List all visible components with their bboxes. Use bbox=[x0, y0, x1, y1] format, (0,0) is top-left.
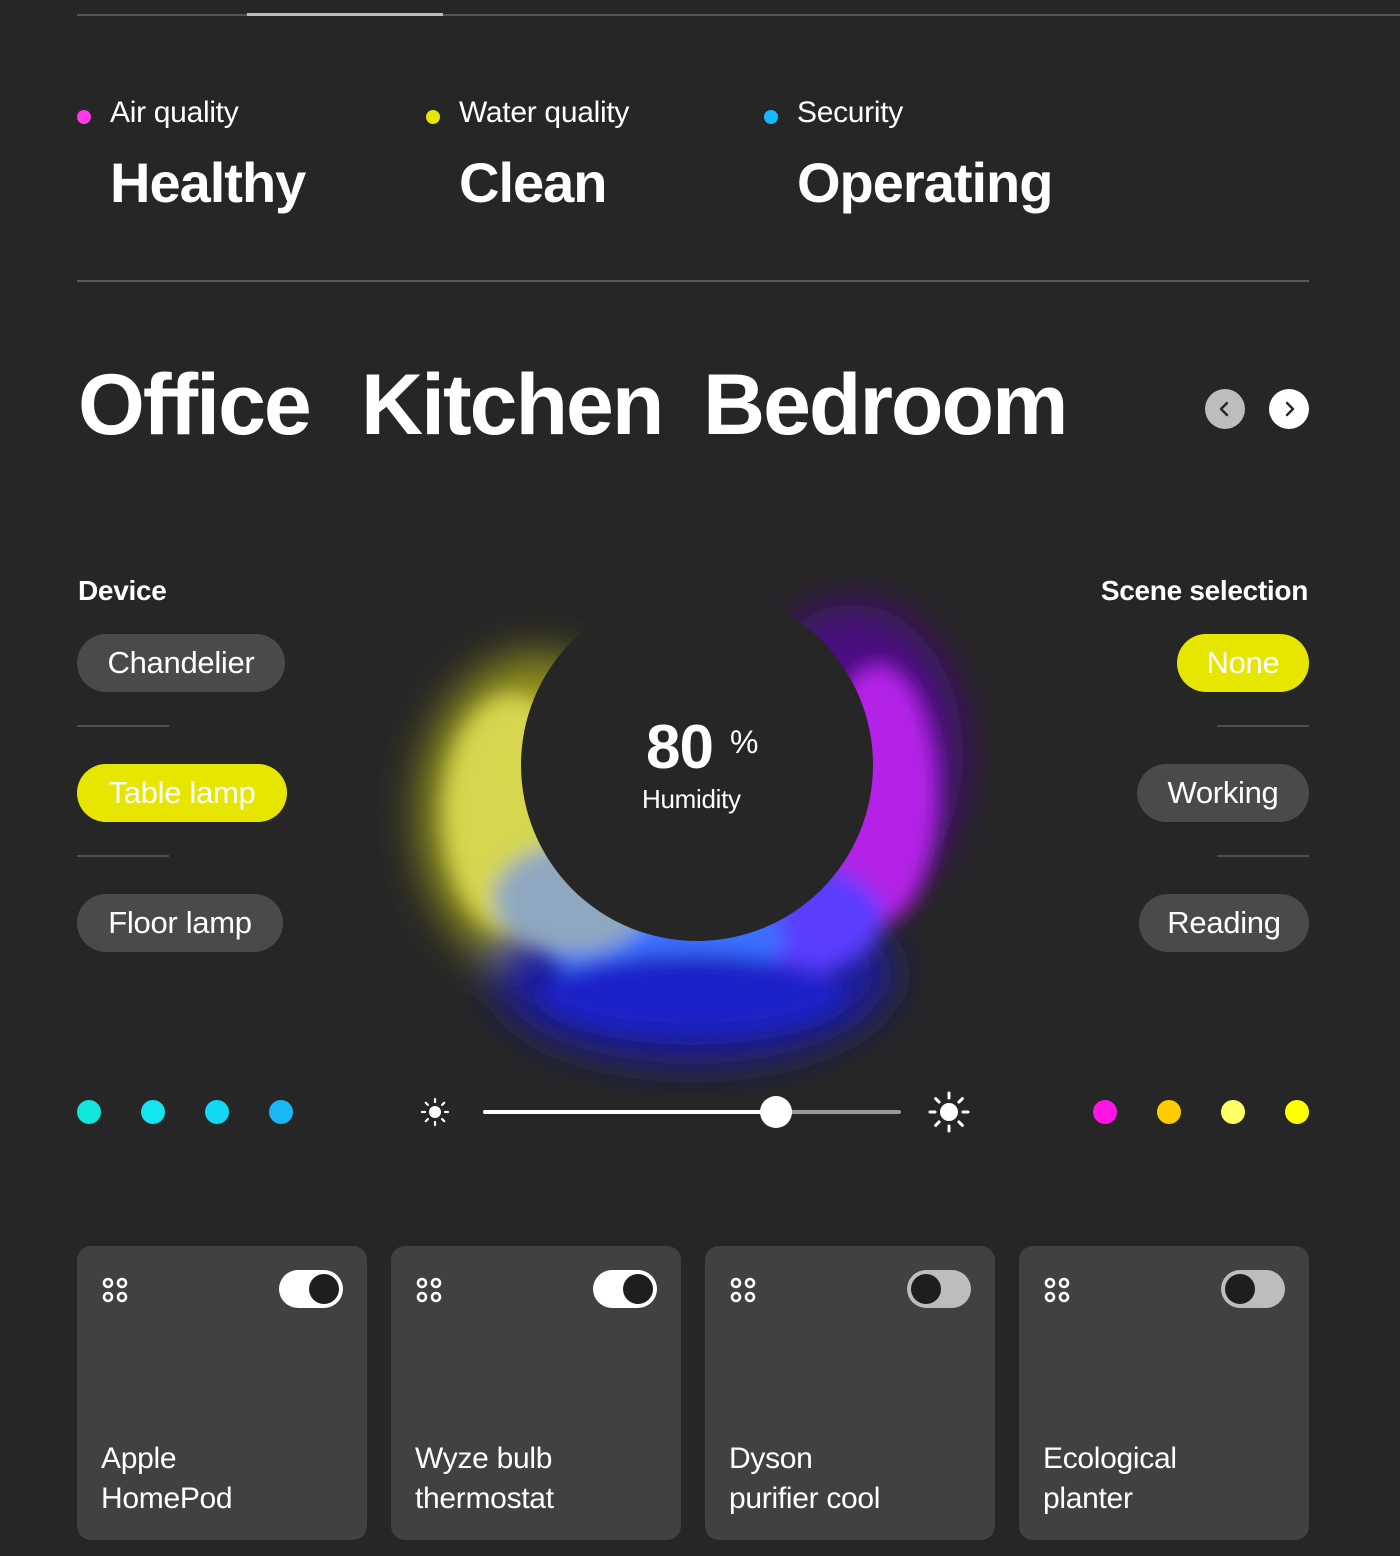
scene-working[interactable]: Working bbox=[1137, 764, 1309, 822]
humidity-label: Humidity bbox=[642, 784, 741, 814]
device-separator bbox=[77, 725, 169, 727]
humidity-value: 80 bbox=[646, 713, 714, 782]
device-separator bbox=[77, 855, 169, 857]
air-quality-dot-icon bbox=[77, 110, 91, 124]
device-chandelier[interactable]: Chandelier bbox=[77, 634, 285, 692]
scene-reading[interactable]: Reading bbox=[1139, 894, 1309, 952]
cool-swatch[interactable] bbox=[205, 1100, 229, 1124]
device-name: Ecological planter bbox=[1043, 1439, 1293, 1519]
toggle-knob bbox=[623, 1274, 653, 1304]
cool-swatch[interactable] bbox=[141, 1100, 165, 1124]
cool-swatch[interactable] bbox=[269, 1100, 293, 1124]
device-grid-icon bbox=[416, 1277, 442, 1303]
device-name: Apple HomePod bbox=[101, 1439, 351, 1519]
power-toggle[interactable] bbox=[279, 1270, 343, 1308]
power-toggle[interactable] bbox=[593, 1270, 657, 1308]
device-name-line: Dyson bbox=[729, 1442, 813, 1475]
scene-separator bbox=[1217, 725, 1309, 727]
device-grid-icon bbox=[1044, 1277, 1070, 1303]
top-scroll-indicator bbox=[247, 13, 443, 16]
brightness-slider-thumb[interactable] bbox=[759, 1096, 792, 1128]
chevron-left-icon bbox=[1219, 401, 1229, 417]
device-grid-icon bbox=[102, 1277, 128, 1303]
device-card-ecological-planter[interactable]: Ecological planter bbox=[1019, 1246, 1309, 1540]
device-table-lamp[interactable]: Table lamp bbox=[77, 764, 287, 822]
brightness-slider[interactable] bbox=[483, 1110, 901, 1114]
status-value: Clean bbox=[459, 151, 607, 214]
chevron-right-icon bbox=[1285, 401, 1295, 417]
status-label: Security bbox=[797, 96, 903, 129]
brightness-high-icon bbox=[928, 1091, 970, 1133]
prev-room-button[interactable] bbox=[1205, 389, 1245, 429]
next-room-button[interactable] bbox=[1269, 389, 1309, 429]
water-quality-dot-icon bbox=[426, 110, 440, 124]
tab-kitchen[interactable]: Kitchen bbox=[361, 356, 664, 455]
tab-office[interactable]: Office bbox=[78, 356, 312, 455]
warm-swatch[interactable] bbox=[1285, 1100, 1309, 1124]
device-name-line: Wyze bulb bbox=[415, 1442, 553, 1475]
device-grid-icon bbox=[730, 1277, 756, 1303]
power-toggle[interactable] bbox=[907, 1270, 971, 1308]
device-card-dyson-purifier[interactable]: Dyson purifier cool bbox=[705, 1246, 995, 1540]
status-label: Water quality bbox=[459, 96, 630, 129]
device-name-line: purifier cool bbox=[729, 1482, 881, 1515]
status-label: Air quality bbox=[110, 96, 239, 129]
toggle-knob bbox=[309, 1274, 339, 1304]
device-name-line: Apple bbox=[101, 1442, 177, 1475]
warm-swatch[interactable] bbox=[1221, 1100, 1245, 1124]
device-name-line: thermostat bbox=[415, 1482, 554, 1515]
power-toggle[interactable] bbox=[1221, 1270, 1285, 1308]
device-floor-lamp[interactable]: Floor lamp bbox=[77, 894, 283, 952]
scene-none[interactable]: None bbox=[1177, 634, 1309, 692]
toggle-knob bbox=[911, 1274, 941, 1304]
section-divider bbox=[77, 280, 1309, 282]
device-card-wyze-bulb[interactable]: Wyze bulb thermostat bbox=[391, 1246, 681, 1540]
status-value: Healthy bbox=[110, 151, 306, 214]
device-name-line: planter bbox=[1043, 1482, 1133, 1515]
tab-bedroom[interactable]: Bedroom bbox=[703, 356, 1068, 455]
scene-separator bbox=[1217, 855, 1309, 857]
device-name: Wyze bulb thermostat bbox=[415, 1439, 665, 1519]
status-value: Operating bbox=[797, 151, 1053, 214]
toggle-knob bbox=[1225, 1274, 1255, 1304]
warm-swatch[interactable] bbox=[1157, 1100, 1181, 1124]
device-name-line: Ecological bbox=[1043, 1442, 1177, 1475]
scene-title: Scene selection bbox=[1100, 575, 1308, 606]
device-card-apple-homepod[interactable]: Apple HomePod bbox=[77, 1246, 367, 1540]
device-name-line: HomePod bbox=[101, 1482, 233, 1515]
device-title: Device bbox=[78, 575, 167, 606]
brightness-low-icon bbox=[420, 1097, 450, 1127]
cool-swatch[interactable] bbox=[77, 1100, 101, 1124]
warm-swatch[interactable] bbox=[1093, 1100, 1117, 1124]
security-dot-icon bbox=[764, 110, 778, 124]
brightness-fill bbox=[483, 1110, 776, 1114]
device-name: Dyson purifier cool bbox=[729, 1439, 979, 1519]
humidity-unit: % bbox=[730, 724, 759, 760]
